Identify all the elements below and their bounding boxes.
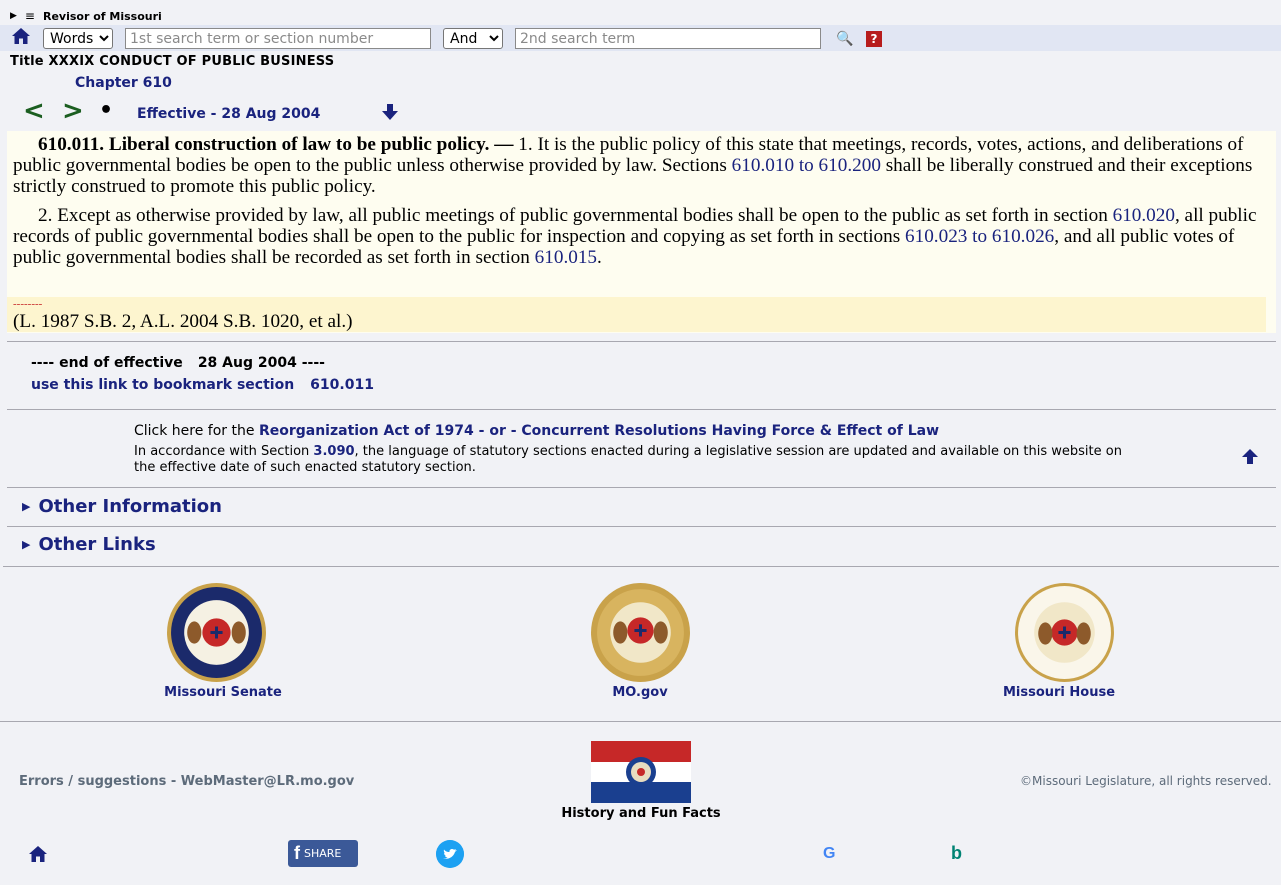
- senate-link[interactable]: Missouri Senate: [143, 685, 303, 700]
- chapter-link[interactable]: Chapter 610: [75, 75, 172, 91]
- state-seal-icon[interactable]: [590, 582, 691, 683]
- other-information-toggle[interactable]: ▶ Other Information: [22, 496, 222, 517]
- effective-date-link[interactable]: Effective - 28 Aug 2004: [137, 106, 320, 122]
- other-links-toggle[interactable]: ▶ Other Links: [22, 534, 156, 555]
- facebook-icon: f: [294, 843, 300, 863]
- divider: [7, 526, 1276, 527]
- end-of-effective: ---- end of effective 28 Aug 2004 ----: [31, 355, 325, 371]
- expand-triangle-icon[interactable]: ▶: [10, 11, 17, 21]
- section-range-link[interactable]: 610.010 to 610.200: [732, 155, 881, 176]
- site-title: Revisor of Missouri: [42, 9, 162, 23]
- other-links-label: Other Links: [38, 534, 156, 555]
- divider: [7, 487, 1276, 488]
- facebook-share-button[interactable]: f SHARE: [288, 840, 358, 867]
- history-divider: --------: [13, 298, 43, 310]
- other-information-label: Other Information: [38, 496, 222, 517]
- divider: [7, 409, 1276, 410]
- statute-text: 610.011. Liberal construction of law to …: [7, 131, 1276, 333]
- house-link[interactable]: Missouri House: [979, 685, 1139, 700]
- menu-icon[interactable]: ≡: [25, 9, 35, 23]
- copyright: ©Missouri Legislature, all rights reserv…: [1020, 774, 1272, 788]
- history-citation: (L. 1987 S.B. 2, A.L. 2004 S.B. 1020, et…: [13, 311, 353, 332]
- missouri-flag-icon[interactable]: [591, 741, 691, 803]
- bookmark-label[interactable]: use this link to bookmark section: [31, 377, 294, 393]
- search-icon[interactable]: 🔍: [836, 31, 853, 47]
- google-icon[interactable]: G: [823, 845, 835, 863]
- divider: [0, 721, 1281, 722]
- statute-text-run: .: [597, 247, 602, 268]
- reorg-prefix: Click here for the: [134, 423, 259, 439]
- arrow-down-icon[interactable]: [380, 103, 400, 121]
- bing-icon[interactable]: b: [951, 843, 962, 864]
- help-icon[interactable]: ?: [866, 31, 882, 47]
- site-header: ▶ ≡ Revisor of Missouri: [10, 9, 162, 23]
- section-3-090-link[interactable]: 3.090: [313, 444, 354, 459]
- section-610-020-link[interactable]: 610.020: [1113, 205, 1175, 226]
- search-term-2-input[interactable]: [515, 28, 821, 49]
- history-note: -------- (L. 1987 S.B. 2, A.L. 2004 S.B.…: [7, 297, 1266, 332]
- arrow-up-icon[interactable]: [1241, 449, 1259, 465]
- title-heading[interactable]: Title XXXIX CONDUCT OF PUBLIC BUSINESS: [10, 54, 334, 69]
- search-operator-select[interactable]: And: [443, 28, 503, 49]
- accordance-notice: In accordance with Section 3.090, the la…: [134, 444, 1134, 476]
- next-section-button[interactable]: >: [62, 96, 84, 126]
- prev-section-button[interactable]: <: [23, 96, 45, 126]
- home-icon[interactable]: [11, 27, 31, 45]
- house-seal-icon[interactable]: [1014, 582, 1115, 683]
- end-date: 28 Aug 2004 ----: [197, 355, 325, 371]
- expand-triangle-icon: ▶: [22, 500, 31, 513]
- statute-paragraph-1: 610.011. Liberal construction of law to …: [13, 134, 1271, 197]
- divider: [3, 566, 1279, 567]
- statute-paragraph-2: 2. Except as otherwise provided by law, …: [13, 205, 1271, 268]
- search-mode-select[interactable]: Words: [43, 28, 113, 49]
- mo-gov-link[interactable]: MO.gov: [560, 685, 720, 700]
- divider: [7, 341, 1276, 342]
- home-icon[interactable]: [28, 845, 48, 863]
- section-610-015-link[interactable]: 610.015: [535, 247, 597, 268]
- bookmark-section[interactable]: 610.011: [310, 377, 374, 393]
- end-label: ---- end of effective: [31, 355, 183, 371]
- section-heading: 610.011. Liberal construction of law to …: [38, 134, 514, 155]
- share-label: SHARE: [304, 847, 342, 860]
- section-610-023-link[interactable]: 610.023 to 610.026: [905, 226, 1054, 247]
- accord-text: In accordance with Section: [134, 444, 314, 459]
- expand-triangle-icon: ▶: [22, 538, 31, 551]
- bookmark-link[interactable]: use this link to bookmark section 610.011: [31, 377, 374, 393]
- current-section-dot[interactable]: •: [99, 98, 113, 123]
- search-term-1-input[interactable]: [125, 28, 431, 49]
- webmaster-link[interactable]: Errors / suggestions - WebMaster@LR.mo.g…: [19, 774, 354, 789]
- senate-seal-icon[interactable]: [166, 582, 267, 683]
- twitter-icon[interactable]: [436, 840, 464, 868]
- reorganization-act-link[interactable]: Reorganization Act of 1974 - or - Concur…: [259, 423, 939, 439]
- history-fun-facts-link[interactable]: History and Fun Facts: [561, 806, 721, 821]
- statute-text-run: 2. Except as otherwise provided by law, …: [38, 205, 1113, 226]
- reorganization-notice: Click here for the Reorganization Act of…: [134, 423, 939, 439]
